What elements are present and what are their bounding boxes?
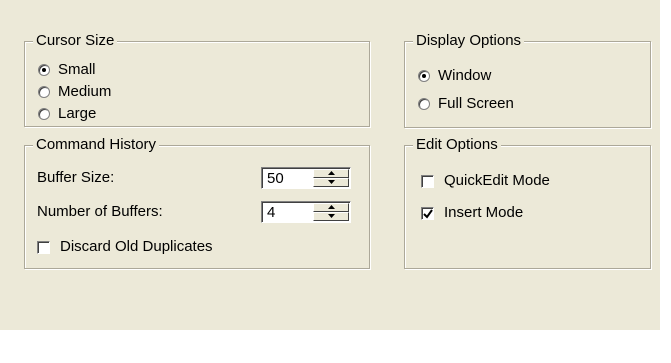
radio-medium-button[interactable]	[38, 86, 50, 98]
num-buffers-input[interactable]	[264, 203, 317, 221]
discard-duplicates-checkbox[interactable]: Discard Old Duplicates	[37, 238, 213, 256]
num-buffers-up-button[interactable]	[313, 203, 349, 212]
command-history-title: Command History	[33, 135, 160, 155]
discard-duplicates-box[interactable]	[37, 240, 50, 254]
buffer-size-down-button[interactable]	[313, 178, 349, 187]
radio-medium[interactable]: Medium	[38, 83, 111, 101]
command-history-group: Command History Buffer Size: Number of B…	[24, 135, 370, 269]
radio-full-screen-label: Full Screen	[438, 95, 514, 112]
quickedit-box[interactable]	[421, 174, 434, 188]
num-buffers-down-button[interactable]	[313, 212, 349, 221]
cursor-size-title: Cursor Size	[33, 31, 118, 51]
buffer-size-label: Buffer Size:	[37, 169, 115, 186]
buffer-size-spinner[interactable]	[313, 169, 349, 187]
quickedit-label: QuickEdit Mode	[444, 172, 550, 189]
display-options-title: Display Options	[413, 31, 525, 51]
arrow-down-icon	[328, 214, 335, 218]
quickedit-checkbox[interactable]: QuickEdit Mode	[421, 172, 550, 190]
discard-duplicates-label: Discard Old Duplicates	[60, 238, 213, 255]
num-buffers-label: Number of Buffers:	[37, 203, 163, 220]
cursor-size-group: Cursor Size Small Medium Large	[24, 31, 370, 127]
radio-large[interactable]: Large	[38, 105, 96, 123]
radio-window-label: Window	[438, 67, 492, 84]
arrow-up-icon	[328, 205, 335, 209]
radio-large-label: Large	[58, 105, 97, 122]
radio-medium-label: Medium	[58, 83, 112, 100]
buffer-size-spinbox	[261, 167, 351, 189]
insert-mode-checkbox[interactable]: Insert Mode	[421, 204, 523, 222]
radio-full-screen[interactable]: Full Screen	[418, 95, 514, 113]
radio-small-label: Small	[58, 61, 96, 78]
num-buffers-spinbox	[261, 201, 351, 223]
insert-mode-label: Insert Mode	[444, 204, 524, 221]
arrow-up-icon	[328, 171, 335, 175]
radio-full-screen-button[interactable]	[418, 98, 430, 110]
display-options-group: Display Options Window Full Screen	[404, 31, 651, 128]
console-options-panel: Cursor Size Small Medium Large Display O…	[0, 0, 661, 331]
checkmark-icon	[423, 208, 433, 219]
radio-small[interactable]: Small	[38, 61, 96, 79]
edit-options-title: Edit Options	[413, 135, 501, 155]
radio-window-button[interactable]	[418, 70, 430, 82]
edit-options-group: Edit Options QuickEdit Mode Insert Mode	[404, 135, 651, 269]
num-buffers-spinner[interactable]	[313, 203, 349, 221]
radio-window[interactable]: Window	[418, 67, 491, 85]
buffer-size-input[interactable]	[264, 169, 317, 187]
arrow-down-icon	[328, 180, 335, 184]
insert-mode-box[interactable]	[421, 206, 434, 220]
buffer-size-up-button[interactable]	[313, 169, 349, 178]
radio-large-button[interactable]	[38, 108, 50, 120]
radio-small-button[interactable]	[38, 64, 50, 76]
